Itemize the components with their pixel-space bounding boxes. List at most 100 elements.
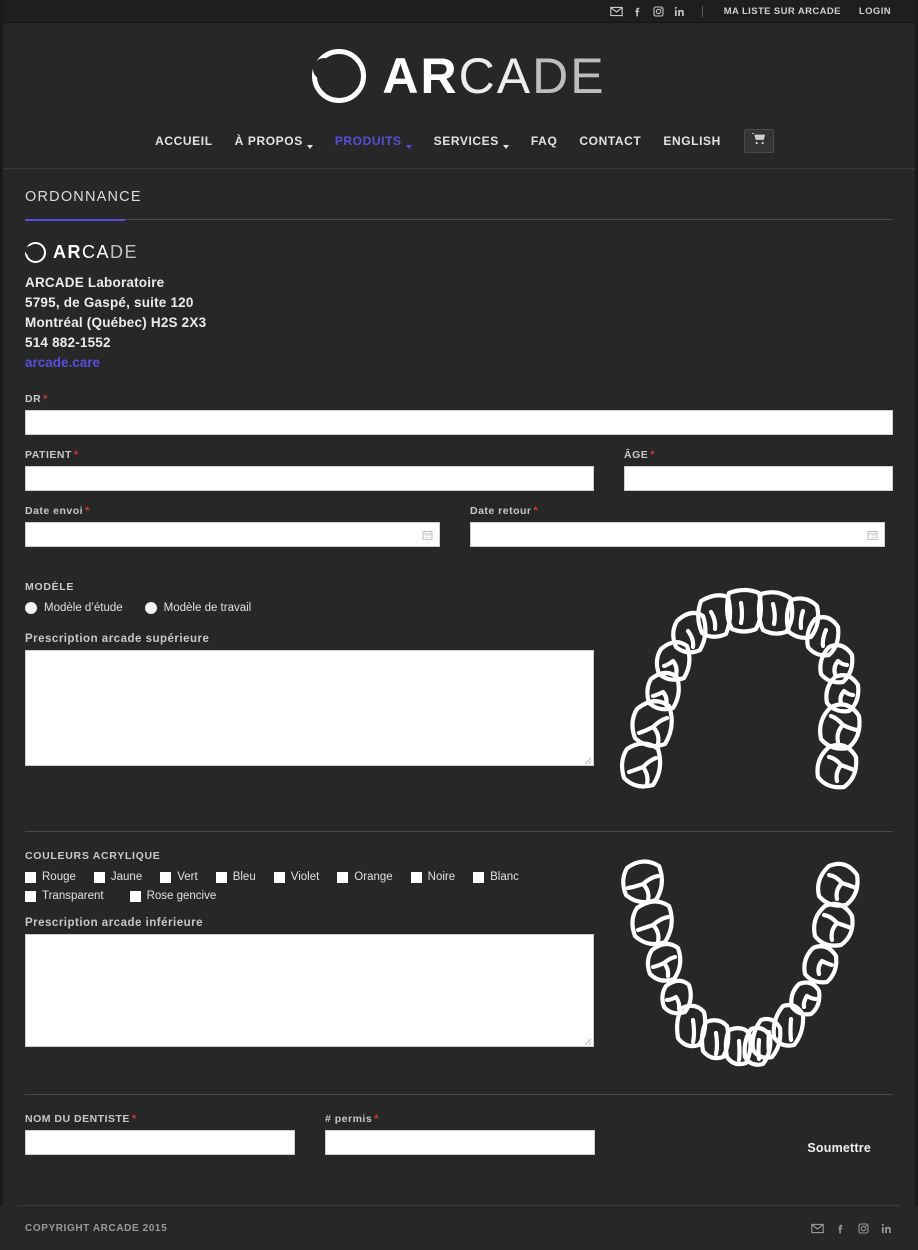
radio-label: Modèle d’étude [44,602,123,614]
checkbox-violet[interactable]: Violet [273,871,319,883]
checkbox-noire[interactable]: Noire [410,871,456,883]
nav-item-faq[interactable]: FAQ [520,128,568,154]
patient-input[interactable] [25,466,594,491]
instagram-icon[interactable] [857,1222,870,1235]
checkbox-jaune[interactable]: Jaune [93,871,142,883]
row-patient-age: PATIENT * ÂGE * [25,449,893,491]
company-street: 5795, de Gaspé, suite 120 [25,295,194,310]
nav-item-produits[interactable]: PRODUITS [324,128,423,154]
permis-label: # permis * [325,1113,625,1125]
linkedin-icon[interactable] [880,1222,893,1235]
checkbox-icon [129,890,141,902]
field-dr: DR * [25,393,893,435]
main-navigation: ACCUEIL À PROPOS PRODUITS SERVICES FAQ C… [0,112,918,168]
dr-input[interactable] [25,410,893,435]
date-retour-input[interactable] [470,522,885,547]
prescription-inf-wrapper [25,934,594,1047]
my-list-link[interactable]: MA LISTE SUR ARCADE [715,6,850,17]
arcade-circle-logo-icon [312,49,367,103]
upper-arch-figure [594,581,893,809]
nav-label: FAQ [530,134,558,148]
checkbox-label: Rose gencive [146,890,217,902]
page-left-edge [0,0,3,1250]
checkbox-transparent[interactable]: Transparent [25,890,104,902]
checkbox-blanc[interactable]: Blanc [473,871,519,883]
logo-word-3: DE [532,48,606,104]
checkbox-vert[interactable]: Vert [160,871,198,883]
patient-label: PATIENT * [25,449,594,461]
field-date-retour: Date retour * [470,505,885,547]
prescription-sup-label: Prescription arcade supérieure [25,633,210,645]
checkbox-bleu[interactable]: Bleu [215,871,256,883]
section-lower-left: COULEURS ACRYLIQUE Rouge Jaune Vert Bleu… [25,850,594,1072]
nav-item-services[interactable]: SERVICES [423,128,520,154]
logo-word-2: CA [82,242,111,262]
section-divider [25,831,893,832]
required-marker: * [533,505,539,517]
dr-label-text: DR [25,393,42,405]
nav-label: SERVICES [433,134,499,148]
row-dates: Date envoi * Date retour * [25,505,893,547]
company-name: ARCADE Laboratoire [25,275,165,290]
arcade-circle-logo-icon [25,242,46,263]
nav-item-english[interactable]: ENGLISH [652,128,732,154]
prescription-inf-textarea[interactable] [25,934,594,1047]
dr-label: DR * [25,393,893,405]
login-link[interactable]: LOGIN [850,6,900,17]
checkbox-icon [337,871,349,883]
company-address: ARCADE Laboratoire 5795, de Gaspé, suite… [25,273,893,373]
nav-item-contact[interactable]: CONTACT [568,128,652,154]
site-logo[interactable]: AR CA DE [0,40,918,112]
email-icon[interactable] [606,0,627,23]
cart-button[interactable] [743,129,774,153]
checkbox-label: Noire [427,871,456,883]
field-nom-dentiste: NOM DU DENTISTE * [25,1113,325,1155]
date-envoi-label: Date envoi * [25,505,440,517]
nom-dentiste-input[interactable] [25,1130,295,1155]
checkbox-rose-gencive[interactable]: Rose gencive [129,890,217,902]
checkbox-rouge[interactable]: Rouge [25,871,76,883]
date-envoi-input[interactable] [25,522,440,547]
permis-input[interactable] [325,1130,595,1155]
radio-modele-etude[interactable]: Modèle d’étude [25,602,123,614]
logo-word-1: AR [382,48,459,104]
form-brand-wordmark: AR CA DE [53,242,138,263]
couleurs-group-label: COULEURS ACRYLIQUE [25,850,161,862]
radio-modele-travail[interactable]: Modèle de travail [144,602,251,614]
company-phone: 514 882-1552 [25,335,111,350]
field-prescription-sup: Prescription arcade supérieure [25,633,594,766]
logo-word-2: CA [458,48,533,104]
checkbox-icon [273,871,285,883]
logo-wordmark: AR CA DE [382,51,605,101]
page-title-rule [25,219,893,221]
age-label-text: ÂGE [624,449,649,461]
checkbox-label: Rouge [42,871,76,883]
required-marker: * [73,449,79,461]
couleurs-options-row-2: Transparent Rose gencive [25,890,594,909]
linkedin-icon[interactable] [669,0,690,23]
nav-item-a-propos[interactable]: À PROPOS [224,128,324,154]
nom-dentiste-label-text: NOM DU DENTISTE [25,1113,130,1125]
field-prescription-inf: Prescription arcade inférieure [25,917,594,1047]
company-website-link[interactable]: arcade.care [25,353,100,373]
age-input[interactable] [624,466,893,491]
date-retour-label: Date retour * [470,505,885,517]
prescription-sup-textarea[interactable] [25,650,594,766]
facebook-icon[interactable] [627,0,648,23]
required-marker: * [650,449,656,461]
checkbox-orange[interactable]: Orange [337,871,393,883]
logo-word-1: AR [53,242,82,262]
submit-button[interactable]: Soumettre [807,1141,871,1155]
upper-dental-arch-diagram [619,587,862,790]
section-lower: COULEURS ACRYLIQUE Rouge Jaune Vert Bleu… [25,850,893,1072]
facebook-icon[interactable] [834,1222,847,1235]
email-icon[interactable] [811,1222,824,1235]
required-marker: * [374,1113,379,1125]
prescription-sup-wrapper [25,650,594,766]
footer-bar: COPYRIGHT ARCADE 2015 [0,1206,918,1250]
submit-area: Soumettre [625,1141,893,1155]
date-retour-label-text: Date retour [470,505,532,517]
instagram-icon[interactable] [648,0,669,23]
nav-item-accueil[interactable]: ACCUEIL [144,128,224,154]
nav-label: ENGLISH [663,134,721,148]
